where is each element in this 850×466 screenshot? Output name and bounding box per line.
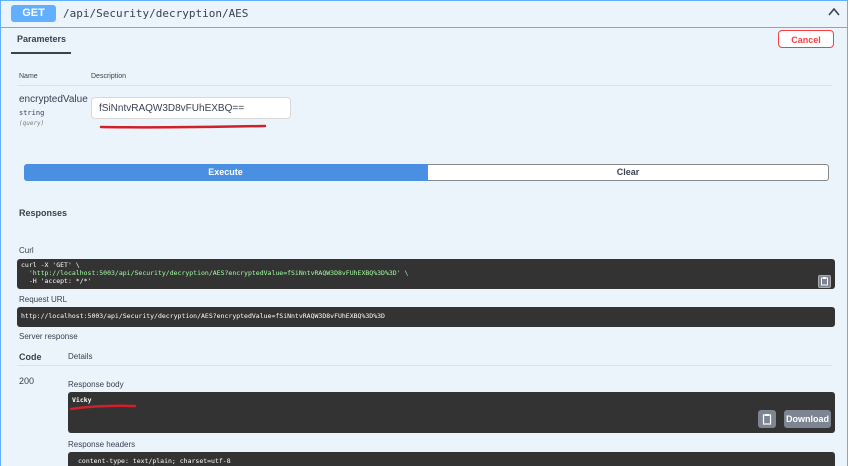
operation-summary[interactable]: GET /api/Security/decryption/AES [1, 1, 847, 28]
responses-header: Responses [1, 200, 847, 226]
operation-block: GET /api/Security/decryption/AES Paramet… [0, 0, 848, 466]
column-header-name: Name [19, 73, 38, 80]
server-response-label: Server response [19, 332, 78, 341]
param-location: (query) [19, 120, 45, 127]
response-body-label: Response body [68, 380, 124, 389]
download-button[interactable]: Download [784, 410, 831, 428]
param-name: encryptedValue [19, 94, 88, 105]
cancel-button[interactable]: Cancel [778, 30, 834, 48]
column-header-description: Description [91, 73, 127, 80]
execute-button[interactable]: Execute [24, 164, 427, 181]
clear-button[interactable]: Clear [427, 164, 829, 181]
encrypted-value-input[interactable] [91, 97, 291, 119]
request-url-label: Request URL [19, 295, 68, 304]
table-divider [17, 85, 832, 86]
responses-title: Responses [19, 208, 68, 218]
request-url-value: http://localhost:5003/api/Security/decry… [21, 312, 385, 320]
chevron-up-icon[interactable] [827, 5, 841, 19]
response-headers-value: content-type: text/plain; charset=utf-8 [78, 457, 231, 465]
curl-line-3: -H 'accept: */*' [21, 277, 92, 285]
curl-label: Curl [19, 246, 34, 255]
code-column-header: Code [19, 352, 42, 362]
response-headers-block: content-type: text/plain; charset=utf-8 [68, 452, 835, 466]
http-method-badge: GET [11, 5, 56, 22]
response-body-block: Vicky [68, 392, 835, 433]
param-type: string [19, 109, 45, 117]
response-headers-label: Response headers [68, 440, 136, 449]
operation-path: /api/Security/decryption/AES [63, 7, 249, 20]
tab-active-indicator [11, 52, 71, 54]
request-url-block: http://localhost:5003/api/Security/decry… [17, 307, 835, 327]
tab-parameters[interactable]: Parameters [17, 34, 66, 44]
curl-block: curl -X 'GET' \ 'http://localhost:5003/a… [17, 259, 835, 289]
copy-curl-clipboard-icon[interactable] [818, 275, 831, 288]
response-table-divider [17, 365, 832, 366]
copy-body-clipboard-icon[interactable] [758, 410, 776, 428]
parameters-header: Parameters [1, 28, 847, 54]
details-column-header: Details [68, 352, 93, 361]
red-underline-annotation [99, 124, 267, 129]
status-code: 200 [19, 376, 35, 386]
red-underline-annotation-body [69, 404, 137, 411]
